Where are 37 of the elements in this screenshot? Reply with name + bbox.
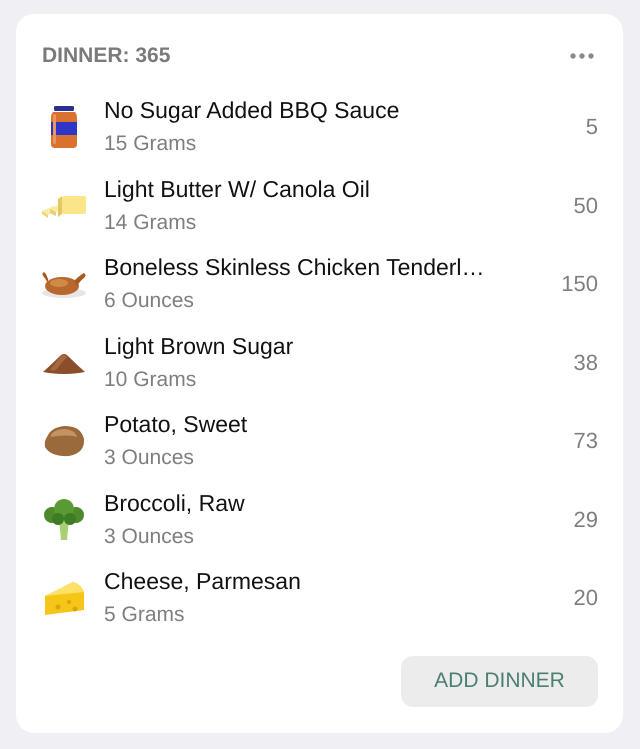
calorie-count: 150 (561, 270, 598, 298)
serving-amount: 10 Grams (104, 366, 196, 393)
calorie-count: 20 (574, 584, 598, 612)
food-name: No Sugar Added BBQ Sauce (104, 96, 400, 126)
calorie-count: 50 (574, 192, 598, 220)
serving-amount: 5 Grams (104, 602, 185, 628)
serving-amount: 15 Grams (104, 131, 196, 158)
food-name: Potato, Sweet (104, 410, 248, 440)
meal-title: DINNER: 365 (42, 43, 170, 69)
serving-amount: 14 Grams (104, 210, 196, 236)
food-entry[interactable]: No Sugar Added BBQ Sauce 15 Grams 5 (40, 88, 598, 166)
serving-amount: 3 Ounces (104, 445, 194, 472)
food-name: Light Brown Sugar (104, 332, 294, 361)
calorie-count: 73 (574, 427, 598, 456)
food-name: Boneless Skinless Chicken Tenderl… (104, 253, 485, 282)
serving-amount: 6 Ounces (104, 288, 194, 314)
broccoli-icon (42, 498, 86, 541)
food-entry[interactable]: Light Brown Sugar 10 Grams 38 (40, 324, 598, 402)
serving-amount: 3 Ounces (104, 524, 194, 550)
food-name: Broccoli, Raw (104, 488, 245, 518)
cheese-wedge-icon (43, 580, 85, 616)
food-entry[interactable]: Cheese, Parmesan 5 Grams 20 (40, 559, 598, 638)
calorie-count: 5 (586, 113, 598, 142)
potato-icon (43, 425, 85, 458)
food-entry[interactable]: Broccoli, Raw 3 Ounces 29 (40, 480, 598, 559)
food-name: Cheese, Parmesan (104, 567, 301, 596)
add-dinner-button[interactable]: ADD DINNER (401, 656, 598, 706)
calorie-count: 29 (574, 506, 598, 534)
powder-pile-icon (42, 352, 86, 374)
calorie-count: 38 (574, 348, 598, 377)
food-entry[interactable]: Boneless Skinless Chicken Tenderl… 6 Ounces 150 (40, 245, 598, 324)
food-entry[interactable]: Potato, Sweet 3 Ounces 73 (40, 402, 598, 480)
sauce-jar-icon (49, 106, 79, 148)
roast-chicken-icon (40, 269, 88, 300)
food-name: Light Butter W/ Canola Oil (104, 174, 370, 204)
ellipsis-icon (570, 53, 594, 59)
food-entry[interactable]: Light Butter W/ Canola Oil 14 Grams 50 (40, 166, 598, 245)
